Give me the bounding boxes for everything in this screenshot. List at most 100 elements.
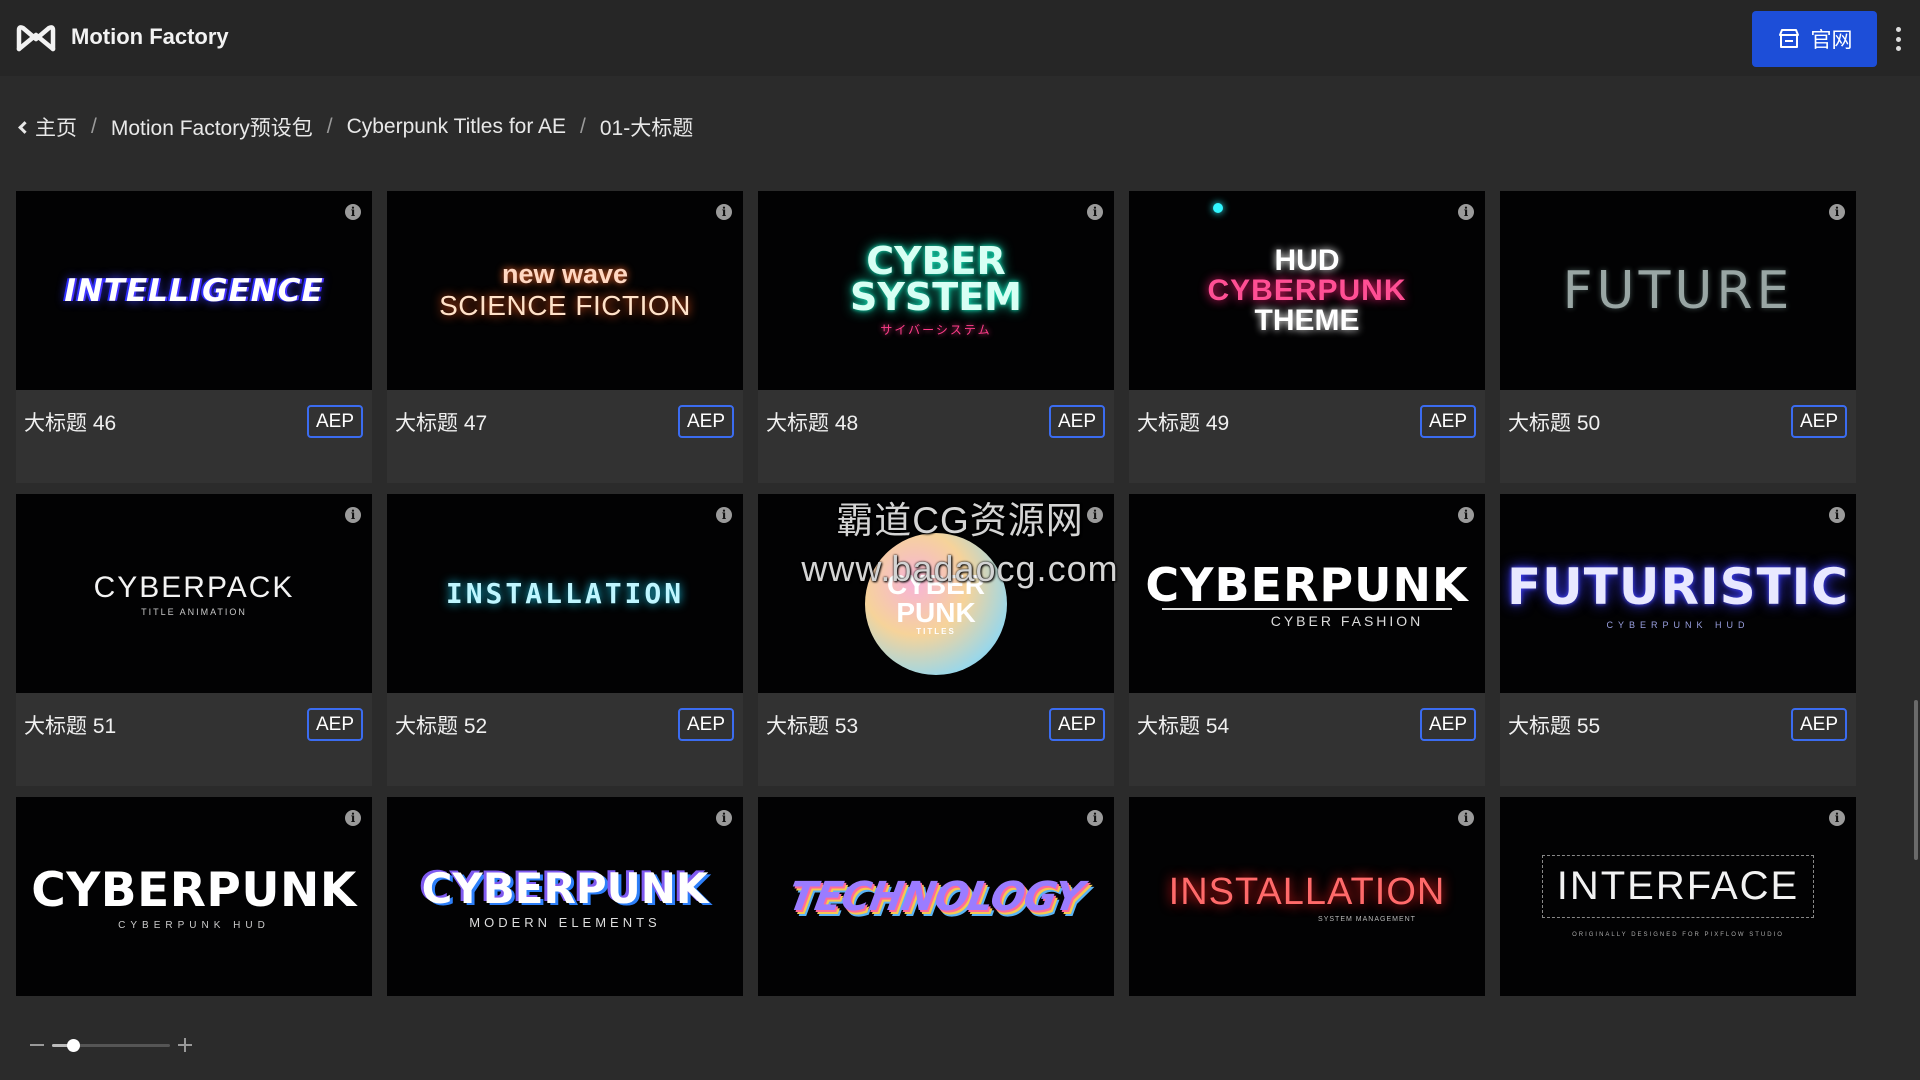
asset-thumbnail[interactable]: FUTURE bbox=[1500, 191, 1856, 390]
info-icon[interactable]: i bbox=[345, 507, 361, 523]
thumbnail-text: CYBER bbox=[866, 239, 1006, 283]
thumbnail-text: SYSTEM bbox=[850, 275, 1022, 319]
info-icon[interactable]: i bbox=[1458, 507, 1474, 523]
motion-factory-logo-icon[interactable] bbox=[16, 22, 56, 54]
asset-card[interactable]: INSTALLATION i 大标题 52 AEP bbox=[387, 494, 743, 786]
thumbnail-text: CYBERPUNK HUD bbox=[118, 919, 270, 931]
info-icon[interactable]: i bbox=[1458, 204, 1474, 220]
breadcrumb-collection[interactable]: Cyberpunk Titles for AE bbox=[347, 115, 566, 139]
thumbnail-text: TITLE ANIMATION bbox=[141, 606, 247, 617]
format-badge: AEP bbox=[678, 708, 734, 741]
asset-thumbnail[interactable]: CYBERPUNK MODERN ELEMENTS bbox=[387, 797, 743, 996]
asset-card[interactable]: CYBER SYSTEM サイバーシステム i 大标题 48 AEP bbox=[758, 191, 1114, 483]
format-badge: AEP bbox=[1791, 708, 1847, 741]
info-icon[interactable]: i bbox=[716, 204, 732, 220]
thumbnail-text: INSTALLATION bbox=[1168, 870, 1446, 913]
thumbnail-text: MODERN ELEMENTS bbox=[469, 914, 661, 930]
info-icon[interactable]: i bbox=[716, 507, 732, 523]
thumbnail-size-slider bbox=[30, 1034, 200, 1058]
asset-title: 大标题 46 bbox=[24, 412, 117, 435]
format-badge: AEP bbox=[678, 405, 734, 438]
asset-card[interactable]: CYBERPACK TITLE ANIMATION i 大标题 51 AEP bbox=[16, 494, 372, 786]
thumbnail-text: サイバーシステム bbox=[880, 323, 992, 337]
slider-track[interactable] bbox=[52, 1039, 170, 1052]
info-icon[interactable]: i bbox=[1087, 810, 1103, 826]
store-icon bbox=[1778, 29, 1799, 48]
watermark-line: 霸道CG资源网 bbox=[836, 500, 1084, 541]
format-badge: AEP bbox=[1420, 405, 1476, 438]
breadcrumb-current: 01-大标题 bbox=[599, 117, 694, 140]
breadcrumb-preset-pack[interactable]: Motion Factory预设包 bbox=[111, 112, 313, 142]
asset-thumbnail[interactable]: FUTURISTIC CYBERPUNK HUD bbox=[1500, 494, 1856, 693]
thumbnail-frame: INTERFACE bbox=[1541, 855, 1815, 918]
asset-thumbnail[interactable]: TECHNOLOGY bbox=[758, 797, 1114, 996]
asset-card[interactable]: CYBERPUNK CYBER FASHION i 大标题 54 AEP bbox=[1129, 494, 1485, 786]
watermark-line: www.badaocg.com bbox=[801, 548, 1119, 589]
slider-handle[interactable] bbox=[67, 1039, 81, 1052]
format-badge: AEP bbox=[1049, 708, 1105, 741]
info-icon[interactable]: i bbox=[1829, 810, 1845, 826]
thumbnail-text: INSTALLATION bbox=[445, 577, 685, 610]
official-site-button[interactable]: 官网 bbox=[1752, 11, 1877, 67]
divider bbox=[1162, 608, 1452, 610]
asset-card[interactable]: FUTURE i 大标题 50 AEP bbox=[1500, 191, 1856, 483]
asset-thumbnail[interactable]: INSTALLATION bbox=[387, 494, 743, 693]
thumbnail-text: TECHNOLOGY bbox=[785, 873, 1087, 920]
info-icon[interactable]: i bbox=[1458, 810, 1474, 826]
asset-card[interactable]: FUTURISTIC CYBERPUNK HUD i 大标题 55 AEP bbox=[1500, 494, 1856, 786]
format-badge: AEP bbox=[1420, 708, 1476, 741]
info-icon[interactable]: i bbox=[345, 204, 361, 220]
asset-card[interactable]: HUD CYBERPUNK THEME i 大标题 49 AEP bbox=[1129, 191, 1485, 483]
asset-thumbnail[interactable]: HUD CYBERPUNK THEME bbox=[1129, 191, 1485, 390]
asset-thumbnail[interactable]: INTELLIGENCE bbox=[16, 191, 372, 390]
zoom-in-icon[interactable] bbox=[178, 1038, 192, 1052]
thumbnail-text: HUD bbox=[1274, 243, 1340, 277]
asset-title: 大标题 48 bbox=[766, 412, 859, 435]
asset-card[interactable]: INTELLIGENCE i 大标题 46 AEP bbox=[16, 191, 372, 483]
thumbnail-text: CYBERPUNK HUD bbox=[1606, 619, 1750, 630]
asset-thumbnail[interactable]: INTERFACE ORIGINALLY DESIGNED FOR PIXFLO… bbox=[1500, 797, 1856, 996]
asset-card[interactable]: CYBERPUNK CYBERPUNK HUD i bbox=[16, 797, 372, 996]
breadcrumb-separator: / bbox=[326, 115, 333, 138]
info-icon[interactable]: i bbox=[1829, 204, 1845, 220]
asset-card[interactable]: TECHNOLOGY i bbox=[758, 797, 1114, 996]
thumbnail-text: ORIGINALLY DESIGNED FOR PIXFLOW STUDIO bbox=[1572, 932, 1784, 938]
breadcrumb: 主页 / Motion Factory预设包 / Cyberpunk Title… bbox=[18, 112, 694, 142]
asset-card[interactable]: INTERFACE ORIGINALLY DESIGNED FOR PIXFLO… bbox=[1500, 797, 1856, 996]
more-vertical-icon[interactable] bbox=[1890, 24, 1906, 54]
thumbnail-text: SYSTEM MANAGEMENT bbox=[1318, 915, 1416, 923]
asset-title: 大标题 52 bbox=[395, 715, 488, 738]
chevron-left-icon[interactable] bbox=[18, 121, 31, 134]
format-badge: AEP bbox=[307, 405, 363, 438]
asset-thumbnail[interactable]: CYBERPUNK CYBER FASHION bbox=[1129, 494, 1485, 693]
asset-card[interactable]: INSTALLATION SYSTEM MANAGEMENT i bbox=[1129, 797, 1485, 996]
thumbnail-text: TITLES bbox=[916, 626, 956, 636]
asset-title: 大标题 53 bbox=[766, 715, 859, 738]
asset-thumbnail[interactable]: INSTALLATION SYSTEM MANAGEMENT bbox=[1129, 797, 1485, 996]
info-icon[interactable]: i bbox=[1087, 204, 1103, 220]
official-site-label: 官网 bbox=[1810, 29, 1853, 52]
format-badge: AEP bbox=[1049, 405, 1105, 438]
thumbnail-text: CYBERPUNK bbox=[1207, 273, 1407, 307]
thumbnail-text: THEME bbox=[1254, 303, 1360, 337]
asset-title: 大标题 54 bbox=[1137, 715, 1230, 738]
thumbnail-text: CYBERPUNK bbox=[31, 862, 357, 918]
asset-thumbnail[interactable]: CYBERPUNK CYBERPUNK HUD bbox=[16, 797, 372, 996]
thumbnail-text: CYBERPUNK bbox=[1145, 558, 1469, 612]
breadcrumb-separator: / bbox=[91, 115, 97, 138]
asset-card[interactable]: CYBERPUNK MODERN ELEMENTS i bbox=[387, 797, 743, 996]
info-icon[interactable]: i bbox=[345, 810, 361, 826]
top-bar: Motion Factory 官网 bbox=[0, 0, 1920, 76]
asset-thumbnail[interactable]: CYBERPACK TITLE ANIMATION bbox=[16, 494, 372, 693]
asset-title: 大标题 51 bbox=[24, 715, 117, 738]
asset-thumbnail[interactable]: new wave SCIENCE FICTION bbox=[387, 191, 743, 390]
info-icon[interactable]: i bbox=[716, 810, 732, 826]
breadcrumb-home[interactable]: 主页 bbox=[35, 112, 77, 142]
zoom-out-icon[interactable] bbox=[30, 1044, 44, 1046]
asset-card[interactable]: new wave SCIENCE FICTION i 大标题 47 AEP bbox=[387, 191, 743, 483]
asset-thumbnail[interactable]: CYBER SYSTEM サイバーシステム bbox=[758, 191, 1114, 390]
thumbnail-text: CYBERPUNK bbox=[421, 863, 709, 913]
scrollbar-thumb[interactable] bbox=[1914, 700, 1918, 860]
info-icon[interactable]: i bbox=[1829, 507, 1845, 523]
app-title: Motion Factory bbox=[71, 24, 229, 49]
